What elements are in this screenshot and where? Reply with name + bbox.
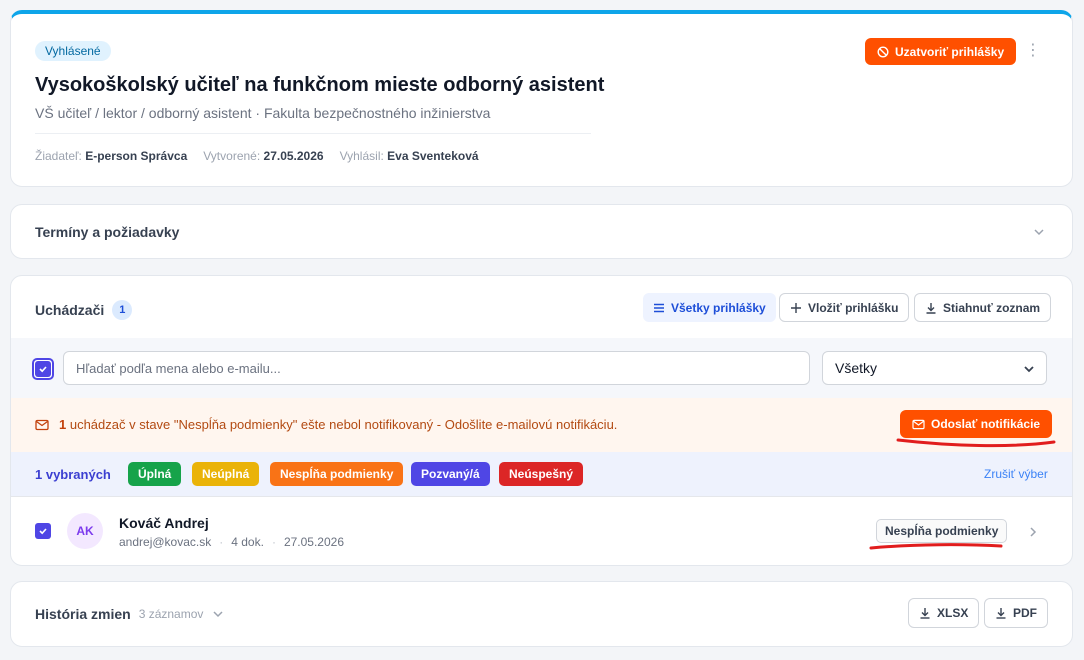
mail-icon <box>35 419 49 431</box>
clear-selection-link[interactable]: Zrušiť výber <box>984 467 1048 481</box>
mail-icon <box>912 419 925 429</box>
chevron-right-icon[interactable] <box>1027 525 1039 539</box>
page-subtitle: VŠ učiteľ / lektor / odborný asistent · … <box>35 105 491 121</box>
applicant-name: Kováč Andrej <box>119 515 209 531</box>
chevron-down-icon[interactable] <box>1032 225 1046 239</box>
set-status-not-eligible-button[interactable]: Nespĺňa podmienky <box>270 462 404 486</box>
search-input[interactable] <box>63 351 810 385</box>
meta-published: Vyhlásil: Eva Sventeková <box>339 149 479 163</box>
table-row[interactable]: AK Kováč Andrej andrej@kovac.sk · 4 dok.… <box>11 496 1072 565</box>
history-title[interactable]: História zmien 3 záznamov <box>35 606 225 622</box>
applicants-title: Uchádzači 1 <box>35 300 133 320</box>
applicant-docs: 4 dok. <box>231 535 264 549</box>
applicant-email: andrej@kovac.sk <box>119 535 212 549</box>
download-icon <box>926 302 936 314</box>
search-row: Všetky <box>11 338 1072 398</box>
check-icon <box>39 366 47 373</box>
status-badge: Vyhlásené <box>35 41 111 61</box>
list-icon <box>654 303 664 312</box>
set-status-complete-button[interactable]: Úplná <box>128 462 182 486</box>
add-application-button[interactable]: Vložiť prihlášku <box>779 293 910 322</box>
avatar: AK <box>67 513 103 549</box>
ban-icon <box>877 45 889 58</box>
job-header-card: Vyhlásené Vysokoškolský učiteľ na funkčn… <box>10 10 1073 187</box>
more-options-icon[interactable]: ⋮ <box>1025 43 1041 59</box>
set-status-invited-button[interactable]: Pozvaný/á <box>411 462 490 486</box>
meta-info: Žiadateľ: E-person Správca Vytvorené: 27… <box>35 149 479 163</box>
download-icon <box>920 608 930 619</box>
page-title: Vysokoškolský učiteľ na funkčnom mieste … <box>35 74 605 96</box>
chevron-down-icon <box>1024 366 1034 373</box>
notice-text: 1 uchádzač v stave "Nespĺňa podmienky" e… <box>59 417 618 432</box>
all-applications-button[interactable]: Všetky prihlášky <box>643 293 776 322</box>
applicants-count-badge: 1 <box>112 300 133 320</box>
selected-count: 1 vybraných <box>35 467 111 482</box>
notification-notice: 1 uchádzač v stave "Nespĺňa podmienky" e… <box>11 398 1072 452</box>
applicants-card: Uchádzači 1 Všetky prihlášky Vložiť prih… <box>10 275 1073 566</box>
history-count: 3 záznamov <box>138 607 204 621</box>
meta-created: Vytvorené: 27.05.2026 <box>203 149 324 163</box>
export-pdf-button[interactable]: PDF <box>984 598 1048 628</box>
set-status-unsuccessful-button[interactable]: Neúspešný <box>499 462 584 486</box>
plus-icon <box>791 302 801 313</box>
header-divider <box>35 133 591 134</box>
history-card: História zmien 3 záznamov XLSX PDF <box>10 581 1073 647</box>
status-filter-select[interactable]: Všetky <box>822 351 1047 385</box>
download-list-button[interactable]: Stiahnuť zoznam <box>914 293 1052 322</box>
send-notifications-button[interactable]: Odoslať notifikácie <box>900 410 1053 438</box>
close-applications-button[interactable]: Uzatvoriť prihlášky <box>865 38 1017 65</box>
set-status-incomplete-button[interactable]: Neúplná <box>192 462 260 486</box>
download-icon <box>996 608 1006 619</box>
bulk-actions-bar: 1 vybraných Úplná Neúplná Nespĺňa podmie… <box>11 452 1072 496</box>
terms-card[interactable]: Termíny a požiadavky <box>10 204 1073 259</box>
chevron-down-icon <box>213 611 223 618</box>
select-all-checkbox[interactable] <box>32 358 54 380</box>
terms-title: Termíny a požiadavky <box>35 224 180 240</box>
row-status-badge: Nespĺňa podmienky <box>876 519 1008 543</box>
meta-requester: Žiadateľ: E-person Správca <box>35 149 188 163</box>
export-xlsx-button[interactable]: XLSX <box>908 598 980 628</box>
row-checkbox[interactable] <box>35 523 51 539</box>
check-icon <box>39 528 47 535</box>
applicant-date: 27.05.2026 <box>283 535 344 549</box>
applicant-meta: andrej@kovac.sk · 4 dok. · 27.05.2026 <box>119 535 344 549</box>
